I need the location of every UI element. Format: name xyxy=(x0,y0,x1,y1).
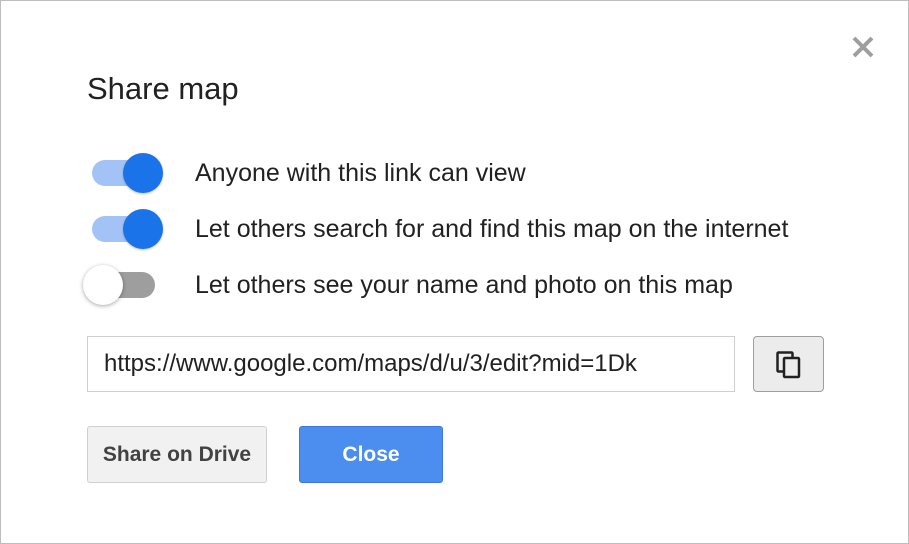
copy-link-button[interactable] xyxy=(753,336,824,392)
share-link-field[interactable] xyxy=(87,336,735,392)
search-find-toggle[interactable] xyxy=(83,207,173,251)
toggle-knob xyxy=(83,265,123,305)
toggle-knob xyxy=(123,153,163,193)
name-photo-label: Let others see your name and photo on th… xyxy=(195,271,733,299)
share-on-drive-button[interactable]: Share on Drive xyxy=(87,426,267,483)
link-view-label: Anyone with this link can view xyxy=(195,159,526,187)
share-map-dialog: Share map Anyone with this link can view… xyxy=(0,0,909,544)
toggle-knob xyxy=(123,209,163,249)
close-icon[interactable] xyxy=(848,32,878,62)
close-button[interactable]: Close xyxy=(299,426,443,483)
option-name-photo: Let others see your name and photo on th… xyxy=(83,263,863,307)
name-photo-toggle[interactable] xyxy=(83,263,173,307)
copy-icon xyxy=(776,351,801,379)
option-search-find: Let others search for and find this map … xyxy=(83,207,863,251)
link-view-toggle[interactable] xyxy=(83,151,173,195)
dialog-title: Share map xyxy=(87,71,239,106)
search-find-label: Let others search for and find this map … xyxy=(195,215,789,243)
option-link-view: Anyone with this link can view xyxy=(83,151,863,195)
